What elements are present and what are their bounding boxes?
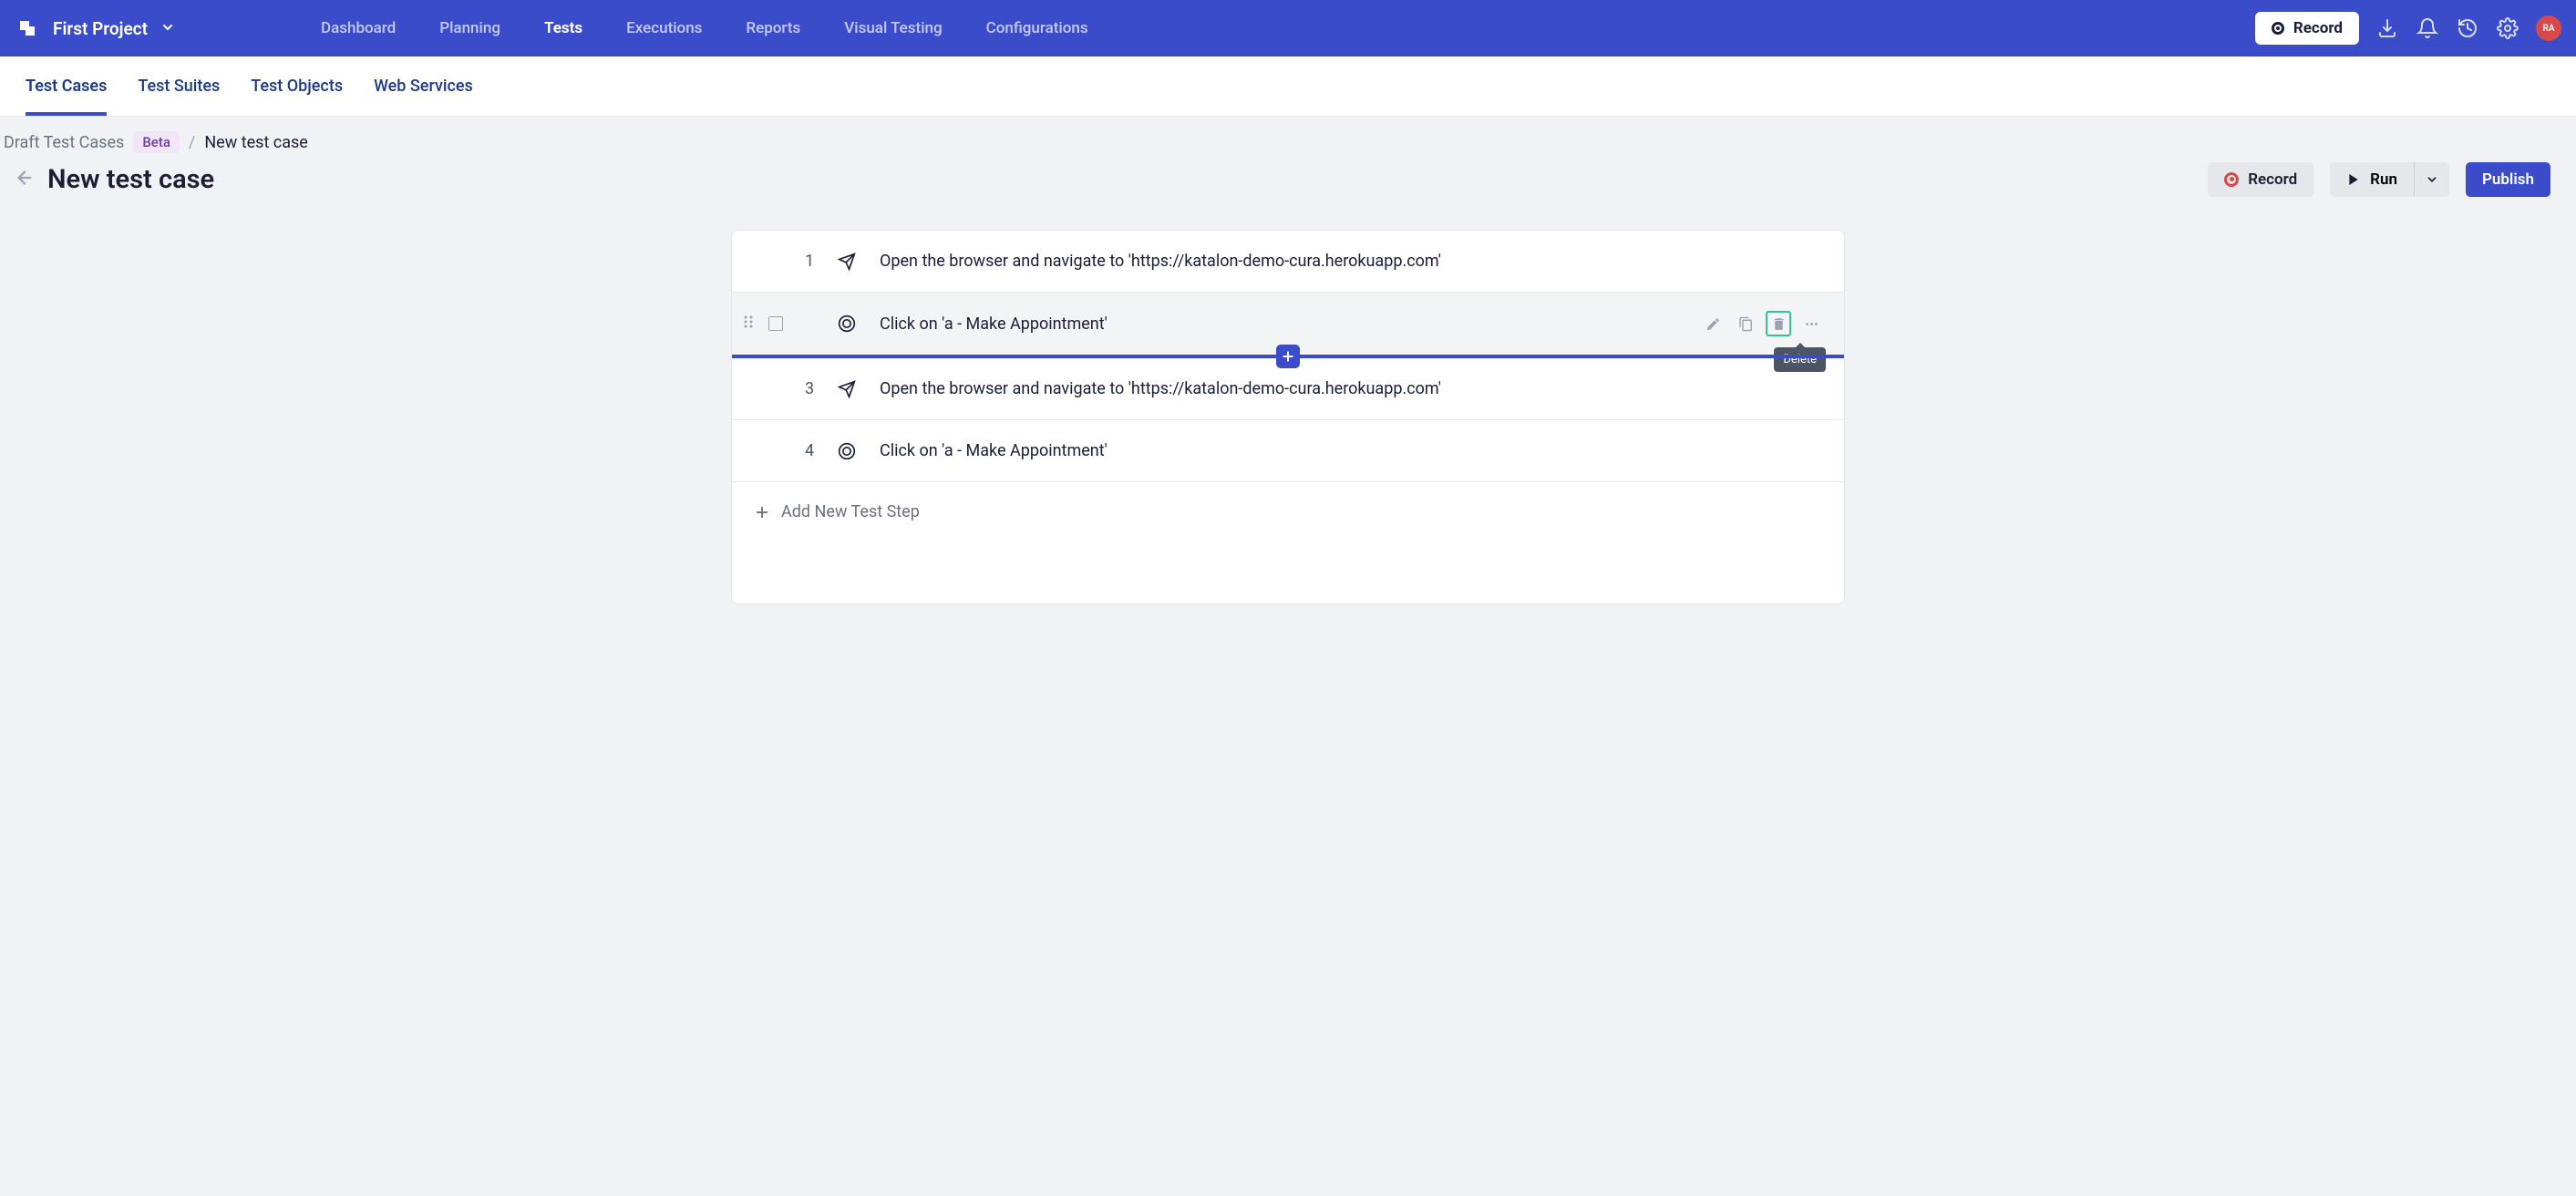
topbar-right: Record RA [2255, 12, 2561, 45]
chevron-down-icon [2426, 173, 2438, 186]
history-icon[interactable] [2456, 16, 2479, 40]
edit-icon[interactable] [1700, 311, 1726, 336]
run-dropdown-button[interactable] [2415, 162, 2449, 197]
step-row[interactable]: ⋮⋮ 3 Open the browser and navigate to 'h… [732, 358, 1844, 420]
drag-handle-icon[interactable] [743, 314, 759, 333]
step-number: 4 [788, 441, 830, 460]
add-step-label: Add New Test Step [781, 502, 920, 521]
navigate-icon [830, 380, 863, 398]
main-nav: Dashboard Planning Tests Executions Repo… [321, 19, 2255, 37]
download-icon[interactable] [2375, 16, 2399, 40]
nav-executions[interactable]: Executions [626, 19, 702, 37]
step-description: Click on 'a - Make Appointment' [880, 441, 1824, 460]
breadcrumb-root[interactable]: Draft Test Cases [4, 133, 124, 152]
nav-planning[interactable]: Planning [439, 19, 500, 37]
step-description: Open the browser and navigate to 'https:… [880, 252, 1824, 271]
breadcrumb-separator: / [189, 133, 195, 152]
bell-icon[interactable] [2416, 16, 2439, 40]
delete-icon[interactable] [1766, 311, 1791, 336]
project-name: First Project [53, 18, 148, 39]
tab-test-suites[interactable]: Test Suites [138, 57, 220, 116]
nav-dashboard[interactable]: Dashboard [321, 19, 396, 37]
tab-web-services[interactable]: Web Services [374, 57, 473, 116]
beta-badge: Beta [133, 131, 180, 153]
tab-test-cases[interactable]: Test Cases [26, 57, 107, 116]
title-actions: Record Run Publish [2208, 162, 2572, 197]
record-label: Record [2293, 19, 2343, 37]
record-icon [2272, 22, 2284, 35]
step-actions [1700, 311, 1824, 336]
record-label: Record [2248, 170, 2297, 189]
more-icon[interactable] [1798, 311, 1824, 336]
play-icon [2346, 172, 2361, 187]
record-icon [2224, 172, 2239, 187]
subtabs: Test Cases Test Suites Test Objects Web … [0, 57, 2576, 117]
run-button-group: Run [2330, 162, 2449, 197]
page-header: Draft Test Cases Beta / New test case Ne… [0, 117, 2576, 215]
record-button-top[interactable]: Record [2255, 12, 2359, 45]
tab-test-objects[interactable]: Test Objects [251, 57, 343, 116]
click-icon [830, 442, 863, 460]
gear-icon[interactable] [2496, 16, 2519, 40]
page-title: New test case [47, 164, 214, 195]
project-selector[interactable]: First Project [53, 18, 175, 39]
record-button[interactable]: Record [2208, 162, 2313, 197]
step-number: 3 [788, 379, 830, 398]
nav-reports[interactable]: Reports [746, 19, 800, 37]
step-checkbox[interactable] [768, 316, 783, 331]
content: ⋮⋮ 1 Open the browser and navigate to 'h… [0, 215, 2576, 626]
publish-button[interactable]: Publish [2466, 162, 2550, 197]
run-label: Run [2370, 170, 2397, 189]
publish-label: Publish [2482, 170, 2534, 189]
title-left: New test case [4, 164, 214, 195]
back-arrow-icon[interactable] [15, 168, 35, 191]
nav-configurations[interactable]: Configurations [986, 19, 1088, 37]
nav-tests[interactable]: Tests [544, 19, 582, 37]
click-icon [830, 314, 863, 333]
run-button[interactable]: Run [2330, 162, 2415, 197]
step-row[interactable]: ⋮⋮ 1 Open the browser and navigate to 'h… [732, 231, 1844, 293]
step-number: 1 [788, 252, 830, 271]
copy-icon[interactable] [1733, 311, 1758, 336]
breadcrumb: Draft Test Cases Beta / New test case [4, 131, 2572, 153]
plus-icon [754, 504, 770, 521]
app-logo[interactable] [15, 15, 40, 41]
step-description: Click on 'a - Make Appointment' [880, 314, 1700, 334]
nav-visual-testing[interactable]: Visual Testing [844, 19, 942, 37]
avatar[interactable]: RA [2536, 15, 2561, 41]
topbar: First Project Dashboard Planning Tests E… [0, 0, 2576, 57]
add-step-button[interactable]: Add New Test Step [732, 482, 1844, 521]
step-description: Open the browser and navigate to 'https:… [880, 379, 1824, 398]
breadcrumb-current: New test case [204, 133, 308, 152]
step-row[interactable]: ⋮⋮ 4 Click on 'a - Make Appointment' [732, 420, 1844, 482]
navigate-icon [830, 253, 863, 271]
steps-card: ⋮⋮ 1 Open the browser and navigate to 'h… [731, 230, 1845, 604]
title-row: New test case Record Run Publish [4, 162, 2572, 197]
chevron-down-icon [160, 18, 175, 39]
